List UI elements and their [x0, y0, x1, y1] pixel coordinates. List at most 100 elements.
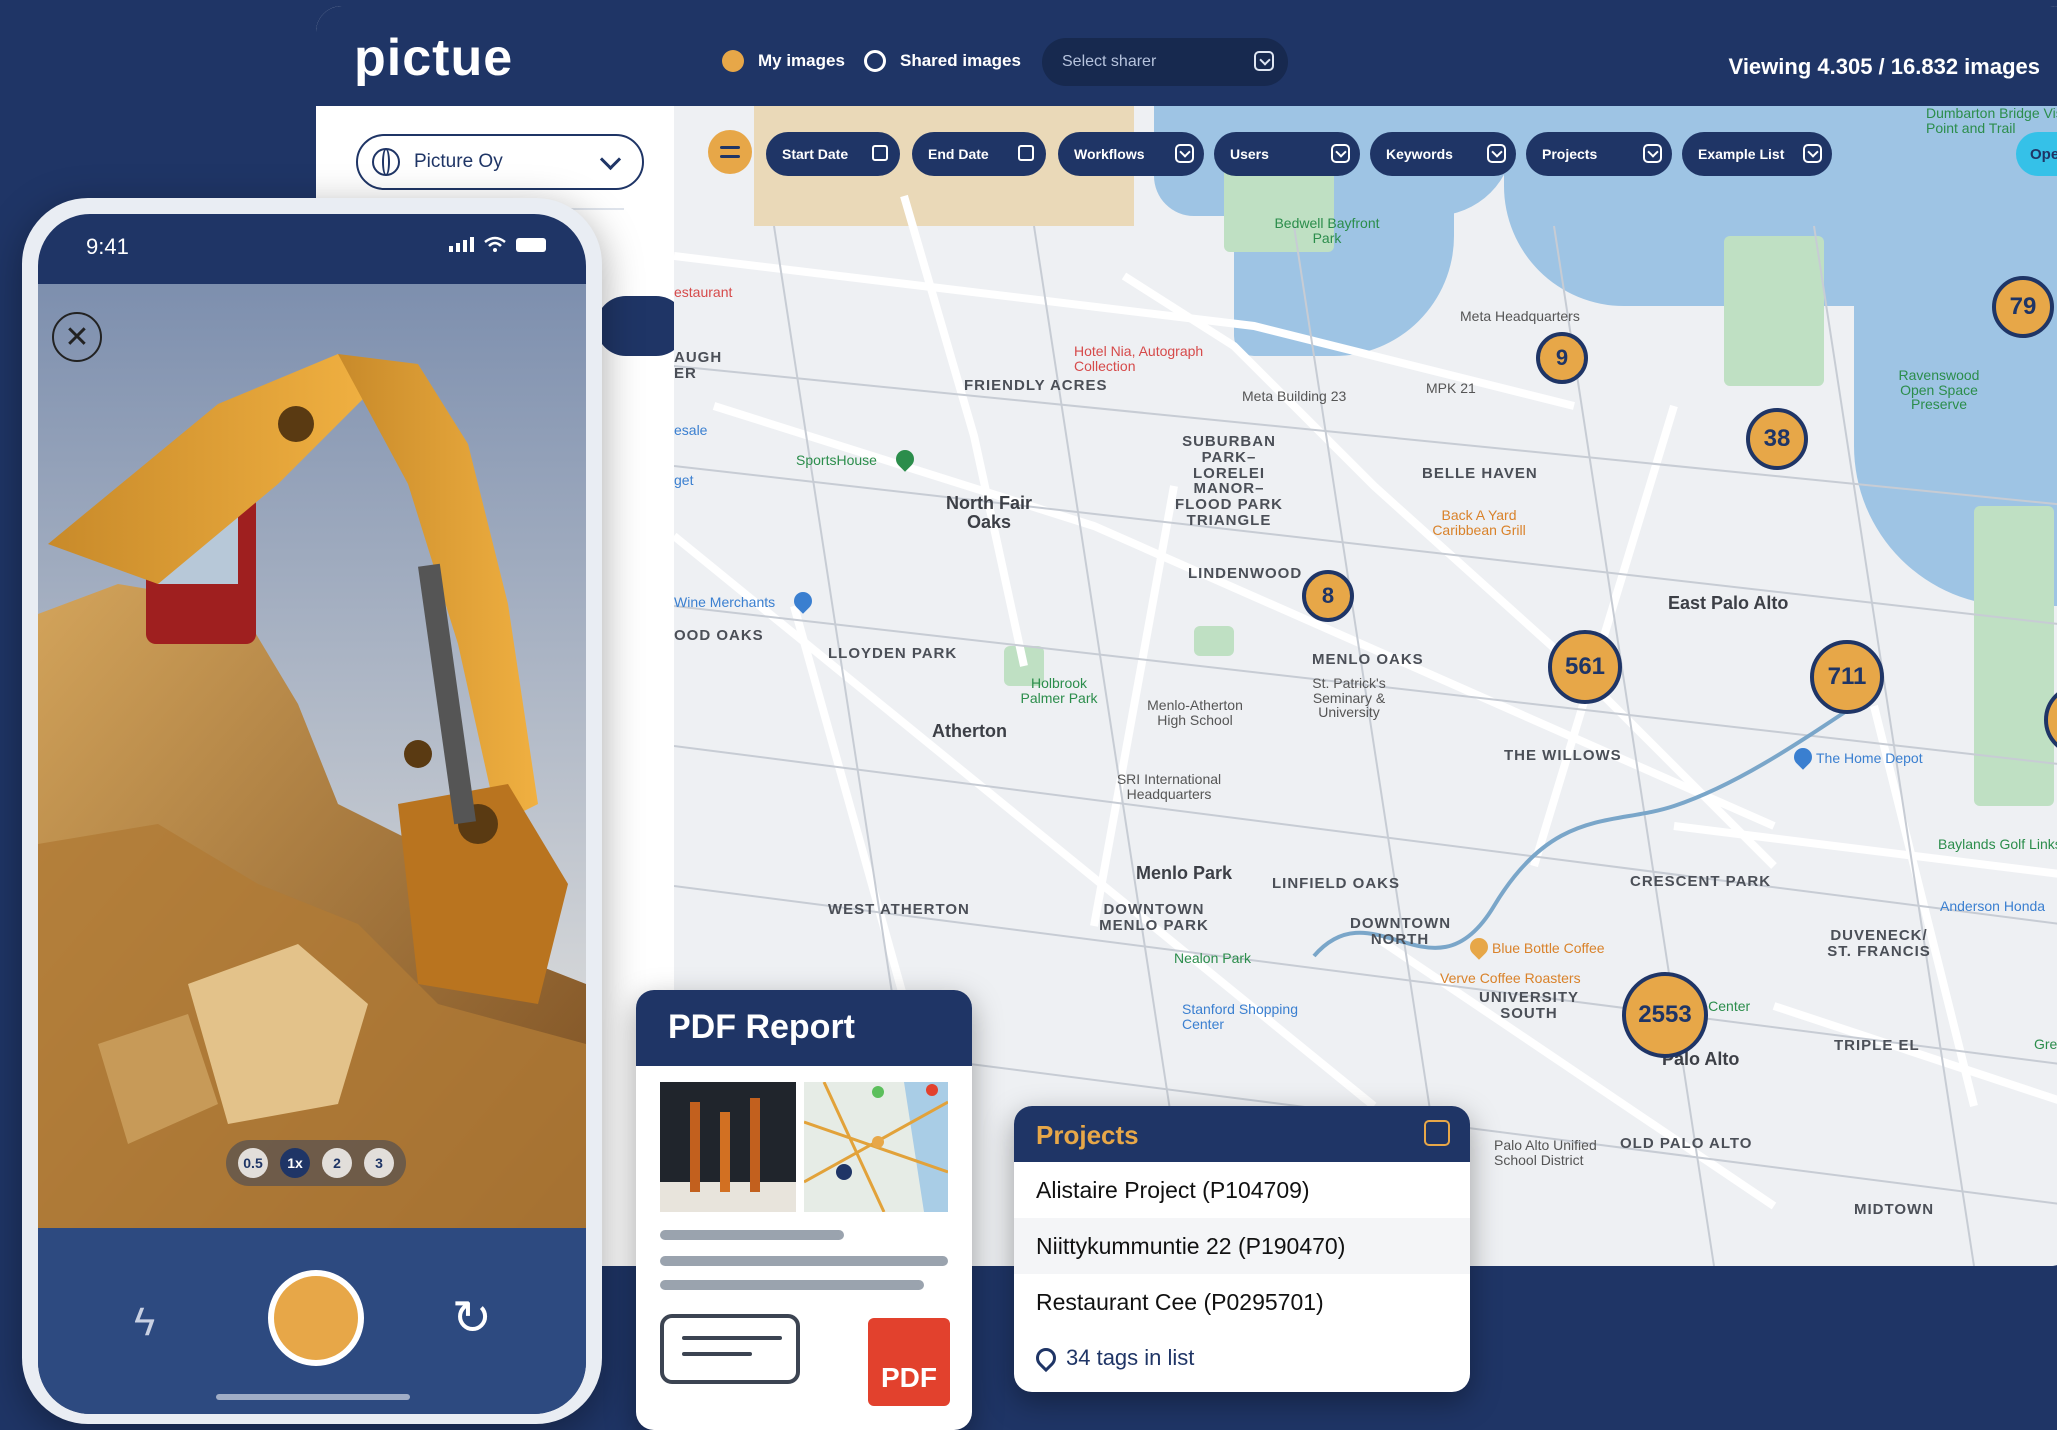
chevron-down-icon [1487, 144, 1506, 163]
image-cluster-marker[interactable]: 561 [1548, 630, 1622, 704]
open-button[interactable]: Open [2016, 132, 2057, 176]
poi-label[interactable]: get [674, 472, 693, 488]
neighborhood-label: LINFIELD OAKS [1272, 875, 1400, 892]
neighborhood-label: FRIENDLY ACRES [964, 377, 1108, 394]
filter-start-date[interactable]: Start Date [766, 132, 900, 176]
tags-summary[interactable]: 34 tags in list [1014, 1330, 1470, 1386]
poi-label[interactable]: Anderson Honda [1940, 898, 2045, 914]
filter-workflows[interactable]: Workflows [1058, 132, 1204, 176]
projects-title: Projects [1036, 1120, 1139, 1150]
project-item[interactable]: Niittykummuntie 22 (P190470) [1014, 1218, 1470, 1274]
city-label: East Palo Alto [1668, 593, 1789, 613]
zoom-option[interactable]: 0.5 [238, 1148, 268, 1178]
filter-keywords[interactable]: Keywords [1370, 132, 1516, 176]
filter-users[interactable]: Users [1214, 132, 1360, 176]
flash-icon[interactable]: ϟ [134, 1300, 155, 1345]
radio-my-images[interactable]: My images [722, 50, 845, 72]
filter-projects[interactable]: Projects [1526, 132, 1672, 176]
project-item[interactable]: Alistaire Project (P104709) [1014, 1162, 1470, 1218]
poi-label[interactable]: Baylands Golf Links [1938, 836, 2057, 852]
poi-label[interactable]: Palo Alto Unified School District [1494, 1138, 1604, 1168]
poi-label[interactable]: esale [674, 422, 707, 438]
edit-icon[interactable] [1424, 1120, 1450, 1146]
neighborhood-label: MIDTOWN [1854, 1201, 1935, 1218]
poi-label[interactable]: Greer Park [2034, 1036, 2057, 1052]
neighborhood-label: OLD PALO ALTO [1620, 1135, 1753, 1152]
flip-camera-icon[interactable]: ↻ [452, 1290, 492, 1346]
filter-label: Start Date [782, 146, 849, 162]
image-cluster-marker[interactable]: 711 [1810, 640, 1884, 714]
status-bar: 9:41 [38, 214, 586, 284]
poi-label[interactable]: St. Patrick's Seminary & University [1294, 676, 1404, 720]
home-indicator [216, 1394, 410, 1400]
filter-example-list[interactable]: Example List [1682, 132, 1832, 176]
organization-name: Picture Oy [414, 151, 503, 172]
poi-label[interactable]: Blue Bottle Coffee [1492, 940, 1605, 956]
neighborhood-label: CRESCENT PARK [1630, 873, 1772, 890]
filter-label: Users [1230, 146, 1269, 162]
chevron-down-icon [599, 148, 622, 171]
calendar-icon [1018, 145, 1034, 161]
signal-icon [449, 237, 474, 252]
camera-viewfinder-photo: ✕ 0.5 1x 2 3 [38, 284, 586, 1228]
poi-label[interactable]: Meta Building 23 [1242, 388, 1346, 404]
poi-label[interactable]: SportsHouse [796, 452, 877, 468]
pictue-logo[interactable]: pictue [354, 28, 513, 88]
image-cluster-marker[interactable]: 38 [1746, 408, 1808, 470]
text-line [660, 1280, 924, 1290]
projects-header: Projects [1014, 1106, 1470, 1162]
poi-label[interactable]: Ravenswood Open Space Preserve [1884, 368, 1994, 412]
city-label: Menlo Park [1136, 863, 1233, 883]
phone-screen: 9:41 ✕ 0.5 1x 2 3 ϟ ↻ [38, 214, 586, 1414]
poi-label[interactable]: Holbrook Palmer Park [1014, 676, 1104, 706]
filter-end-date[interactable]: End Date [912, 132, 1046, 176]
filter-label: Workflows [1074, 146, 1145, 162]
poi-label[interactable]: Nealon Park [1174, 950, 1251, 966]
image-cluster-marker[interactable]: 9 [1536, 332, 1588, 384]
globe-icon [372, 148, 400, 176]
poi-label[interactable]: The Home Depot [1816, 750, 1923, 766]
neighborhood-label: SUBURBAN PARK–LORELEI MANOR–FLOOD PARK T… [1174, 433, 1284, 529]
sidebar-button[interactable] [596, 296, 686, 356]
neighborhood-label: DUVENECK/ ST. FRANCIS [1827, 927, 1931, 960]
radio-shared-images[interactable]: Shared images [864, 50, 1021, 72]
close-camera-button[interactable]: ✕ [52, 312, 102, 362]
filter-toggle-icon[interactable] [708, 130, 752, 174]
select-sharer-dropdown[interactable]: Select sharer [1042, 38, 1288, 86]
poi-label[interactable]: Back A Yard Caribbean Grill [1414, 508, 1544, 538]
poi-label[interactable]: MPK 21 [1426, 380, 1476, 396]
poi-label[interactable]: SRI International Headquarters [1104, 772, 1234, 802]
tags-summary-label: 34 tags in list [1066, 1345, 1195, 1370]
image-cluster-marker[interactable]: 2553 [1622, 972, 1708, 1058]
chevron-down-icon [1331, 144, 1350, 163]
image-cluster-marker[interactable]: 8 [1302, 570, 1354, 622]
projects-card: Projects Alistaire Project (P104709) Nii… [1014, 1106, 1470, 1392]
neighborhood-label: UNIVERSITY SOUTH [1478, 989, 1579, 1022]
zoom-option[interactable]: 3 [364, 1148, 394, 1178]
neighborhood-label: TRIPLE EL [1834, 1037, 1920, 1054]
organization-selector[interactable]: Picture Oy [356, 134, 644, 190]
poi-label[interactable]: Wine Merchants [674, 594, 775, 610]
zoom-selector[interactable]: 0.5 1x 2 3 [226, 1140, 406, 1186]
neighborhood-label: MENLO OAKS [1312, 651, 1424, 668]
poi-label[interactable]: Menlo-Atherton High School [1140, 698, 1250, 728]
poi-label[interactable]: Dumbarton Bridge Vista Point and Trail [1926, 106, 2057, 135]
zoom-option-active[interactable]: 1x [280, 1148, 310, 1178]
poi-label[interactable]: Hotel Nia, Autograph Collection [1074, 344, 1214, 374]
poi-label[interactable]: Verve Coffee Roasters [1440, 970, 1581, 986]
poi-label[interactable]: Stanford Shopping Center [1182, 1002, 1302, 1032]
shutter-button[interactable] [268, 1270, 364, 1366]
chevron-down-icon [1803, 144, 1822, 163]
project-item[interactable]: Restaurant Cee (P0295701) [1014, 1274, 1470, 1330]
zoom-option[interactable]: 2 [322, 1148, 352, 1178]
poi-label[interactable]: Bedwell Bayfront Park [1272, 216, 1382, 246]
poi-label[interactable]: Meta Headquarters [1460, 308, 1580, 324]
radio-shared-images-label: Shared images [900, 51, 1021, 70]
filter-label: Keywords [1386, 146, 1453, 162]
filter-label: Example List [1698, 146, 1785, 162]
neighborhood-label: WEST ATHERTON [828, 901, 970, 918]
pdf-report-card[interactable]: PDF Report PDF [636, 990, 972, 1430]
pdf-file-icon[interactable]: PDF [868, 1318, 950, 1406]
image-cluster-marker[interactable]: 79 [1992, 276, 2054, 338]
poi-label[interactable]: estaurant [674, 284, 732, 300]
